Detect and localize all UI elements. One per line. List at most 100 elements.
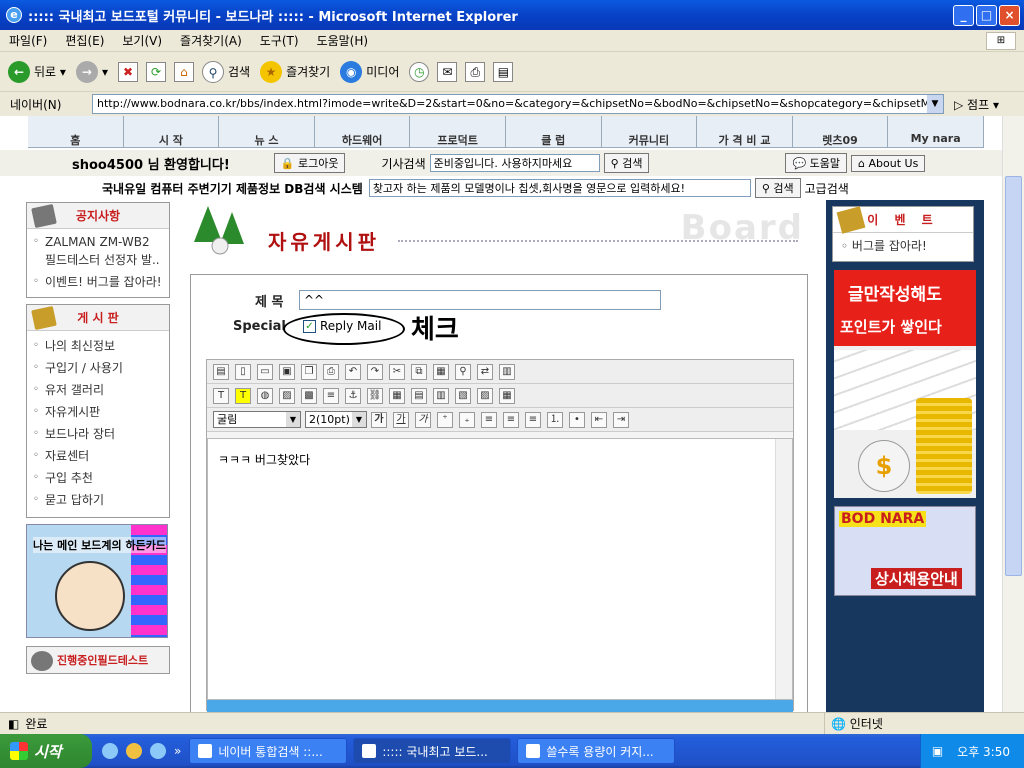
maximize-button[interactable]: □ [976, 5, 997, 26]
align-left-icon[interactable]: ≡ [481, 411, 497, 428]
notice-item[interactable]: 이벤트! 버그를 잡아라! [33, 273, 163, 291]
print-icon[interactable]: ⎙ [465, 61, 486, 82]
insert-image-icon[interactable]: ▨ [279, 387, 295, 404]
menu-tools[interactable]: 도구(T) [251, 32, 308, 49]
board-menu-item[interactable]: 나의 최신정보 [33, 335, 163, 357]
palette-icon[interactable]: ◍ [257, 387, 273, 404]
nav-mynara[interactable]: My nara [888, 116, 984, 147]
editor-body[interactable]: ㅋㅋㅋ 버그찾았다 [207, 438, 793, 700]
nav-home[interactable]: 홈 [28, 116, 124, 147]
underline-icon[interactable]: 가 [393, 411, 409, 428]
menu-edit[interactable]: 편집(E) [56, 32, 113, 49]
nav-community[interactable]: 커뮤니티 [602, 116, 698, 147]
new-doc-icon[interactable]: ▯ [235, 363, 251, 380]
source-view-icon[interactable]: ▤ [213, 363, 229, 380]
event-item[interactable]: ◦ 버그를 잡아라! [833, 233, 973, 258]
bullet-list-icon[interactable]: • [569, 411, 585, 428]
align-center-icon[interactable]: ≡ [503, 411, 519, 428]
numbered-list-icon[interactable]: ⒈ [547, 411, 563, 428]
replace-icon[interactable]: ⇄ [477, 363, 493, 380]
favorites-button[interactable]: ★ 즐겨찾기 [260, 60, 330, 83]
mail-icon[interactable]: ✉ [437, 61, 458, 82]
editor-scrollbar[interactable] [775, 439, 792, 699]
board-menu-item[interactable]: 구입기 / 사용기 [33, 357, 163, 379]
nav-start[interactable]: 시 작 [124, 116, 220, 147]
naver-toolbar-label[interactable]: 네이버(N) [10, 96, 88, 113]
board-menu-item[interactable]: 자료센터 [33, 445, 163, 467]
outdent-icon[interactable]: ⇤ [591, 411, 607, 428]
minimize-button[interactable]: _ [953, 5, 974, 26]
table-icon[interactable]: ▦ [499, 387, 515, 404]
about-us-button[interactable]: ⌂ About Us [851, 154, 926, 172]
chevron-right-icon[interactable]: » [174, 744, 181, 758]
scrollbar-thumb[interactable] [1005, 176, 1022, 576]
table-col-icon[interactable]: ▥ [433, 387, 449, 404]
quick-launch-icon[interactable] [126, 743, 142, 759]
anchor-icon[interactable]: ⚓ [345, 387, 361, 404]
note-icon[interactable]: ▥ [499, 363, 515, 380]
link-icon[interactable]: ⛓ [367, 387, 383, 404]
hidden-card-promo-banner[interactable]: 나는 메인 보드계의 하든카드 [26, 524, 168, 638]
table-row-icon[interactable]: ▤ [411, 387, 427, 404]
article-search-input[interactable]: 준비중입니다. 사용하지마세요 [429, 154, 600, 172]
stop-icon[interactable]: ✖ [117, 61, 138, 82]
menu-favorites[interactable]: 즐겨찾기(A) [171, 32, 251, 49]
print-icon[interactable]: ⎙ [323, 363, 339, 380]
insert-media-icon[interactable]: ▩ [301, 387, 317, 404]
undo-icon[interactable]: ↶ [345, 363, 361, 380]
nav-lets09[interactable]: 렛츠09 [793, 116, 889, 147]
font-size-select[interactable]: 2(10pt) ▼ [305, 411, 367, 428]
menu-view[interactable]: 보기(V) [113, 32, 171, 49]
nav-club[interactable]: 클 럽 [506, 116, 602, 147]
address-input[interactable]: http://www.bodnara.co.kr/bbs/index.html?… [92, 94, 944, 114]
table-insert-icon[interactable]: ▦ [389, 387, 405, 404]
back-button[interactable]: ← 뒤로 ▾ [8, 60, 66, 83]
task-naver[interactable]: 네이버 통합검색 ::... [189, 738, 348, 764]
highlight-icon[interactable]: T [235, 387, 251, 404]
superscript-icon[interactable]: ⁺ [437, 411, 453, 428]
refresh-icon[interactable]: ⟳ [145, 61, 166, 82]
paste-icon[interactable]: ▦ [433, 363, 449, 380]
merge-cell-icon[interactable]: ▧ [455, 387, 471, 404]
nav-price[interactable]: 가 격 비 교 [697, 116, 793, 147]
redo-icon[interactable]: ↷ [367, 363, 383, 380]
align-right-icon[interactable]: ≡ [525, 411, 541, 428]
start-button[interactable]: 시작 [0, 734, 92, 768]
board-menu-item[interactable]: 보드나라 장터 [33, 423, 163, 445]
search-button[interactable]: ⚲ 검색 [201, 60, 250, 83]
notice-item[interactable]: ZALMAN ZM-WB2 필드테스터 선정자 발.. [33, 233, 163, 269]
page-scrollbar[interactable] [1002, 116, 1024, 712]
horizontal-rule-icon[interactable]: ≡ [323, 387, 339, 404]
field-test-box[interactable]: 진행중인필드테스트 [26, 646, 170, 674]
nav-news[interactable]: 뉴 스 [219, 116, 315, 147]
task-bodnara[interactable]: ::::: 국내최고 보드... [353, 738, 512, 764]
cut-icon[interactable]: ✂ [389, 363, 405, 380]
subscript-icon[interactable]: ₊ [459, 411, 475, 428]
home-icon[interactable]: ⌂ [173, 61, 194, 82]
nav-product[interactable]: 프로덕트 [410, 116, 506, 147]
quick-launch-icon[interactable] [102, 743, 118, 759]
history-icon[interactable]: ◷ [409, 61, 430, 82]
save-icon[interactable]: ▣ [279, 363, 295, 380]
open-folder-icon[interactable]: ▭ [257, 363, 273, 380]
copy-icon[interactable]: ⧉ [411, 363, 427, 380]
font-color-icon[interactable]: T [213, 387, 229, 404]
nav-hardware[interactable]: 하드웨어 [315, 116, 411, 147]
edit-icon[interactable]: ▤ [493, 61, 514, 82]
split-cell-icon[interactable]: ▨ [477, 387, 493, 404]
board-menu-item[interactable]: 묻고 답하기 [33, 489, 163, 511]
article-search-button[interactable]: ⚲ 검색 [603, 153, 650, 173]
recruit-banner[interactable]: BOD NARA 상시채용안내 [834, 506, 976, 596]
chevron-down-icon[interactable]: ▼ [927, 95, 943, 113]
task-other[interactable]: 쓸수록 용량이 커지... [517, 738, 676, 764]
points-banner[interactable]: 글만작성해도 포인트가 쌓인다 $ [834, 270, 976, 498]
network-icon[interactable]: ▣ [932, 744, 943, 758]
board-menu-item[interactable]: 자유게시판 [33, 401, 163, 423]
menu-help[interactable]: 도움말(H) [308, 32, 378, 49]
go-button[interactable]: ▷ 점프 ▾ [954, 96, 999, 113]
close-button[interactable]: × [999, 5, 1020, 26]
board-menu-item[interactable]: 구입 추천 [33, 467, 163, 489]
subject-input[interactable]: ^^ [299, 290, 661, 310]
logout-button[interactable]: 🔒 로그아웃 [273, 153, 346, 173]
font-select[interactable]: 굴림 ▼ [213, 411, 301, 428]
